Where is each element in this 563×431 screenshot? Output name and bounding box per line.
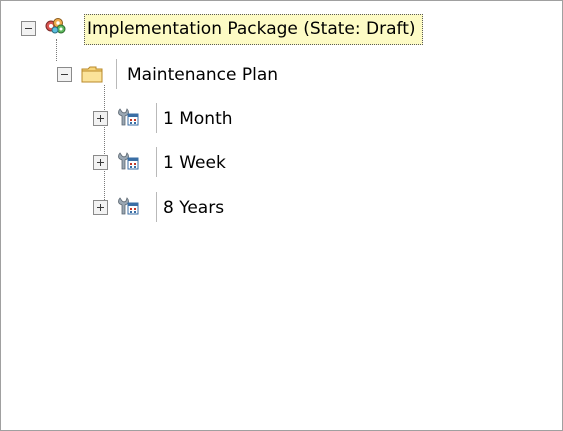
tree-node-item[interactable]: 8 Years (159, 193, 228, 223)
tree-node-item[interactable]: 1 Month (159, 104, 237, 134)
tree-node-root[interactable]: Implementation Package (State: Draft) (84, 13, 423, 45)
folder-collapse-toggle[interactable] (57, 67, 72, 82)
wrench-calendar-icon (117, 151, 139, 171)
item-expand-toggle[interactable] (93, 200, 108, 215)
folder-label[interactable]: Maintenance Plan (123, 65, 282, 85)
item-label[interactable]: 1 Week (159, 153, 230, 173)
wrench-calendar-icon (117, 107, 139, 127)
item-label[interactable]: 1 Month (159, 109, 237, 129)
row-divider (156, 147, 157, 177)
item-expand-toggle[interactable] (93, 155, 108, 170)
folder-icon (81, 64, 103, 84)
item-expand-toggle[interactable] (93, 111, 108, 126)
tree-node-maintenance-plan[interactable]: Maintenance Plan (123, 60, 282, 90)
tree-node-item[interactable]: 1 Week (159, 148, 230, 178)
tree-connector (104, 85, 105, 212)
item-label[interactable]: 8 Years (159, 198, 228, 218)
row-divider (156, 103, 157, 133)
row-divider (116, 59, 117, 89)
wrench-calendar-icon (117, 196, 139, 216)
tree-connector (56, 39, 57, 61)
root-collapse-toggle[interactable] (21, 21, 36, 36)
package-gears-icon (45, 16, 67, 36)
row-divider (156, 192, 157, 222)
tree-panel: Implementation Package (State: Draft) Ma… (0, 0, 563, 431)
root-label[interactable]: Implementation Package (State: Draft) (84, 13, 423, 45)
